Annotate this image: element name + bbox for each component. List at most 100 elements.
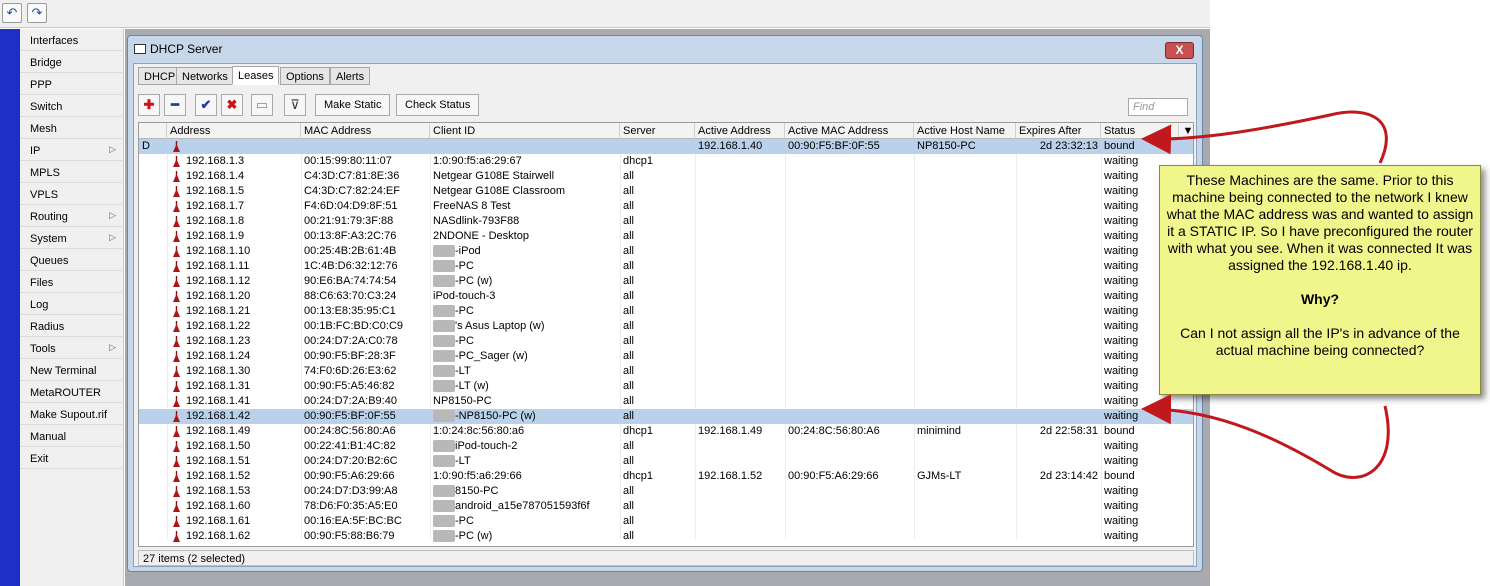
column-header-address[interactable]: Address [167, 123, 301, 139]
column-header-active-mac-address[interactable]: Active MAC Address [785, 123, 914, 139]
sidebar-item-vpls[interactable]: VPLS [20, 183, 124, 205]
cell-client-text: 's Asus Laptop (w) [455, 320, 545, 332]
table-row[interactable]: 192.168.1.2100:13:E8:35:95:C1xxxx-PCallw… [139, 304, 1193, 319]
cell-host [914, 214, 1016, 229]
table-row[interactable]: 192.168.1.8 00:21:91:79:3F:88 NASdlink-793… [139, 214, 1193, 229]
sidebar-item-routing[interactable]: Routing ▷ [20, 205, 124, 227]
table-row[interactable]: 192.168.1.50 00:22:41:B1:4C:82 xxxxiPod-to… [139, 439, 1193, 454]
table-row[interactable]: 192.168.1.4 C4:3D:C7:81:8E:36 Netgear G108… [139, 169, 1193, 184]
sidebar-item-new-terminal[interactable]: New Terminal [20, 359, 124, 381]
table-row[interactable]: 192.168.1.41 00:24:D7:2A:B9:40 NP8150-PC al… [139, 394, 1193, 409]
column-header-flag[interactable] [139, 123, 167, 139]
sidebar-item-label: System [30, 233, 67, 245]
sidebar-item-metarouter[interactable]: MetaROUTER [20, 381, 124, 403]
cell-act-addr [695, 259, 785, 274]
table-row[interactable]: 192.168.1.42 00:90:F5:BF:0F:55 xxxx-NP8150… [139, 409, 1193, 424]
sidebar-item-bridge[interactable]: Bridge [20, 51, 124, 73]
cell-address: 192.168.1.3 [186, 155, 245, 167]
table-row[interactable]: 192.168.1.9 00:13:8F:A3:2C:76 2NDONE - Des… [139, 229, 1193, 244]
sidebar-item-mesh[interactable]: Mesh [20, 117, 124, 139]
sidebar-item-files[interactable]: Files [20, 271, 124, 293]
cell-status: bound [1104, 425, 1135, 437]
find-input[interactable]: Find [1128, 98, 1188, 116]
tab-alerts[interactable]: Alerts [330, 67, 371, 85]
sidebar-item-manual[interactable]: Manual [20, 425, 124, 447]
column-header-active-address[interactable]: Active Address [695, 123, 785, 139]
cell-status: waiting [1104, 530, 1139, 542]
cell-client: xxxx-NP8150-PC (w) [430, 409, 620, 424]
submenu-arrow-icon: ▷ [109, 144, 116, 154]
sidebar-item-make-supout-rif[interactable]: Make Supout.rif [20, 403, 124, 425]
cell-host [914, 529, 1016, 544]
add-icon[interactable]: ✚ [138, 94, 160, 116]
tab-leases[interactable]: Leases [232, 66, 280, 85]
column-header-expires-after[interactable]: Expires After [1016, 123, 1101, 139]
table-row[interactable]: 192.168.1.3074:F0:6D:26:E3:62xxxx-LTallw… [139, 364, 1193, 379]
tab-options[interactable]: Options [280, 67, 330, 85]
table-row[interactable]: 192.168.1.6100:16:EA:5F:BC:BCxxxx-PCallw… [139, 514, 1193, 529]
table-row[interactable]: 192.168.1.5100:24:D7:20:B2:6Cxxxx-LTallw… [139, 454, 1193, 469]
cell-mac: 00:1B:FC:BD:C0:C9 [304, 320, 404, 332]
table-row[interactable]: 192.168.1.53 00:24:D7:D3:99:A8 xxxx8150-PC… [139, 484, 1193, 499]
table-row[interactable]: 192.168.1.3 00:15:99:80:11:07 1:0:90:f5:a6… [139, 154, 1193, 169]
check-status-button[interactable]: Check Status [396, 94, 480, 116]
tab-networks[interactable]: Networks [176, 67, 234, 85]
table-row[interactable]: D 192.168.1.40 00:90:F5:BF:0F:55 NP8150-PC 2… [139, 139, 1193, 154]
table-row[interactable]: 192.168.1.111C:4B:D6:32:12:76xxxx-PCallw… [139, 259, 1193, 274]
sidebar-item-tools[interactable]: Tools ▷ [20, 337, 124, 359]
tab-dhcp[interactable]: DHCP [138, 67, 182, 85]
sidebar-item-ip[interactable]: IP ▷ [20, 139, 124, 161]
sidebar-item-radius[interactable]: Radius [20, 315, 124, 337]
cell-flag [139, 199, 167, 214]
cell-server: all [623, 185, 635, 197]
table-row[interactable]: 192.168.1.20 88:C6:63:70:C3:24 iPod-touch-… [139, 289, 1193, 304]
undo-icon[interactable]: ↶ [2, 3, 22, 23]
sidebar-item-mpls[interactable]: MPLS [20, 161, 124, 183]
disable-icon[interactable]: ✖ [221, 94, 243, 116]
cell-act-mac [785, 259, 914, 274]
cell-server: all [623, 320, 635, 332]
sidebar-item-switch[interactable]: Switch [20, 95, 124, 117]
cell-server: dhcp1 [623, 155, 653, 167]
table-row[interactable]: 192.168.1.62 00:90:F5:88:B6:79 xxxx-PC (w)… [139, 529, 1193, 544]
sidebar-item-queues[interactable]: Queues [20, 249, 124, 271]
cell-act-mac [785, 349, 914, 364]
table-row[interactable]: 192.168.1.7 F4:6D:04:D9:8F:51 FreeNAS 8 Te… [139, 199, 1193, 214]
submenu-arrow-icon: ▷ [109, 232, 116, 242]
remove-icon[interactable]: ━ [164, 94, 186, 116]
sidebar-item-log[interactable]: Log [20, 293, 124, 315]
columns-dropdown-icon[interactable]: ▼ [1179, 123, 1193, 139]
column-header-mac-address[interactable]: MAC Address [301, 123, 430, 139]
table-row[interactable]: 192.168.1.49 00:24:8C:56:80:A6 1:0:24:8c:5… [139, 424, 1193, 439]
column-header-status[interactable]: Status [1101, 123, 1179, 139]
column-header-client-id[interactable]: Client ID [430, 123, 620, 139]
sidebar-item-system[interactable]: System ▷ [20, 227, 124, 249]
cell-client-text: -PC (w) [455, 275, 493, 287]
sidebar-item-interfaces[interactable]: Interfaces [20, 29, 124, 51]
table-row[interactable]: 192.168.1.2300:24:D7:2A:C0:78xxxx-PCallw… [139, 334, 1193, 349]
table-row[interactable]: 192.168.1.52 00:90:F5:A6:29:66 1:0:90:f5:a… [139, 469, 1193, 484]
table-row[interactable]: 192.168.1.22 00:1B:FC:BD:C0:C9 xxxx's Asus… [139, 319, 1193, 334]
filter-icon[interactable]: ⊽ [284, 94, 306, 116]
cell-host: minimind [917, 425, 962, 437]
sidebar-item-exit[interactable]: Exit [20, 447, 124, 469]
table-row[interactable]: 192.168.1.31 00:90:F5:A5:46:82 xxxx-LT (w)… [139, 379, 1193, 394]
cell-client-text: -PC [455, 335, 474, 347]
table-row[interactable]: 192.168.1.5 C4:3D:C7:82:24:EF Netgear G108… [139, 184, 1193, 199]
table-row[interactable]: 192.168.1.12 90:E6:BA:74:74:54 xxxx-PC (w)… [139, 274, 1193, 289]
cell-flag [139, 349, 167, 364]
column-header-active-host-name[interactable]: Active Host Name [914, 123, 1016, 139]
table-row[interactable]: 192.168.1.60 78:D6:F0:35:A5:E0 xxxxandroid… [139, 499, 1193, 514]
table-row[interactable]: 192.168.1.24 00:90:F5:BF:28:3F xxxx-PC_Sag… [139, 349, 1193, 364]
column-header-server[interactable]: Server [620, 123, 695, 139]
close-button[interactable]: X [1165, 42, 1194, 59]
sidebar-item-ppp[interactable]: PPP [20, 73, 124, 95]
cell-act-addr [695, 439, 785, 454]
redo-icon[interactable]: ↷ [27, 3, 47, 23]
sidebar-item-label: Interfaces [30, 35, 79, 47]
table-row[interactable]: 192.168.1.1000:25:4B:2B:61:4Bxxxx-iPodal… [139, 244, 1193, 259]
make-static-button[interactable]: Make Static [315, 94, 391, 116]
comment-icon[interactable]: ▭ [251, 94, 273, 116]
enable-icon[interactable]: ✔ [195, 94, 217, 116]
cell-host [914, 244, 1016, 259]
